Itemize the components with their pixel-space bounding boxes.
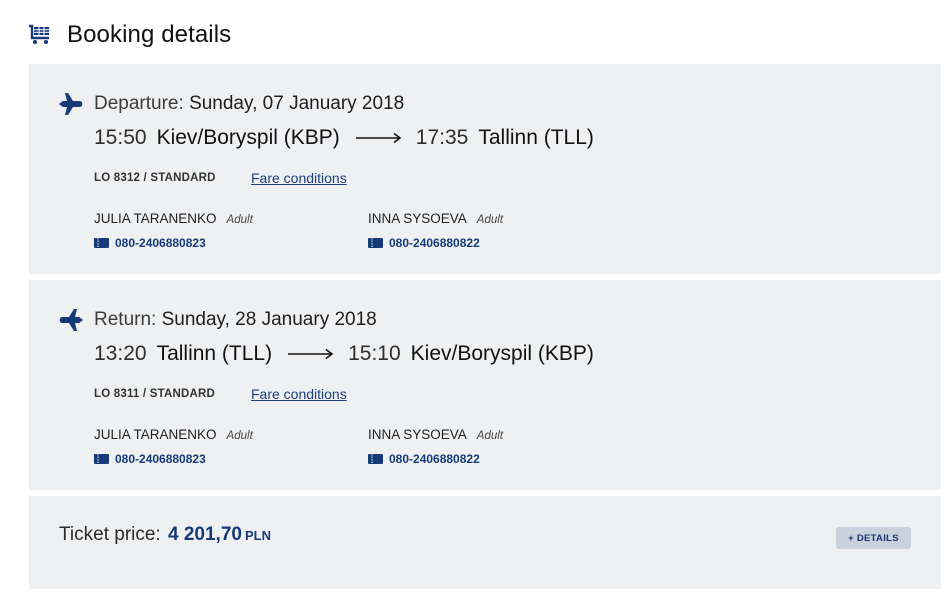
passenger-type: Adult bbox=[226, 214, 253, 226]
ticket-number: 080-2406880822 bbox=[389, 452, 480, 466]
departure-ticket-1: 080-2406880823 bbox=[94, 236, 206, 250]
details-button[interactable]: + DETAILS bbox=[836, 527, 911, 549]
return-label: Return: bbox=[94, 309, 157, 330]
ticket-number: 080-2406880822 bbox=[389, 236, 480, 250]
return-panel: Return: Sunday, 28 January 2018 13:20 Ta… bbox=[29, 280, 941, 490]
departure-arr-airport: Tallinn (TLL) bbox=[478, 126, 594, 149]
departure-flight-code: LO 8312 / STANDARD bbox=[94, 172, 216, 184]
return-passenger-2: INNA SYSOEVA Adult bbox=[368, 427, 503, 442]
passenger-type: Adult bbox=[476, 430, 504, 442]
departure-route: 15:50 Kiev/Boryspil (KBP) 17:35 Tallinn … bbox=[94, 126, 594, 150]
return-fare-conditions-link[interactable]: Fare conditions bbox=[251, 386, 347, 402]
ticket-icon bbox=[94, 454, 109, 464]
return-flight-code: LO 8311 / STANDARD bbox=[94, 388, 215, 400]
departure-passenger-1: JULIA TARANENKO Adult bbox=[94, 211, 253, 226]
departure-ticket-2: 080-2406880822 bbox=[368, 236, 480, 250]
return-ticket-2: 080-2406880822 bbox=[368, 452, 480, 466]
passenger-name: INNA SYSOEVA bbox=[368, 211, 467, 226]
departure-passenger-2: INNA SYSOEVA Adult bbox=[368, 211, 503, 226]
ticket-icon bbox=[368, 238, 383, 248]
departure-dep-time: 15:50 bbox=[94, 126, 147, 149]
return-dep-airport: Tallinn (TLL) bbox=[156, 342, 273, 365]
return-ticket-1: 080-2406880823 bbox=[94, 452, 206, 466]
return-arr-airport: Kiev/Boryspil (KBP) bbox=[410, 342, 594, 365]
price-currency: PLN bbox=[244, 528, 271, 543]
price-label: Ticket price: bbox=[59, 524, 161, 545]
price-panel: Ticket price: 4 201,70 PLN + DETAILS bbox=[29, 496, 941, 589]
return-date-value: Sunday, 28 January 2018 bbox=[161, 309, 377, 330]
departure-label: Departure: bbox=[94, 93, 184, 114]
return-arr-time: 15:10 bbox=[348, 342, 401, 365]
departure-dep-airport: Kiev/Boryspil (KBP) bbox=[156, 126, 340, 149]
departure-date: Departure: Sunday, 07 January 2018 bbox=[94, 93, 404, 115]
passenger-type: Adult bbox=[226, 430, 253, 442]
departure-fare-conditions-link[interactable]: Fare conditions bbox=[251, 170, 347, 186]
departure-arr-time: 17:35 bbox=[415, 126, 469, 149]
departure-panel: Departure: Sunday, 07 January 2018 15:50… bbox=[29, 64, 941, 274]
ticket-icon bbox=[94, 238, 109, 248]
ticket-price: Ticket price: 4 201,70 PLN bbox=[59, 524, 271, 546]
price-amount: 4 201,70 bbox=[168, 524, 242, 545]
plane-departure-icon bbox=[59, 93, 83, 115]
return-passenger-1: JULIA TARANENKO Adult bbox=[94, 427, 253, 442]
passenger-name: JULIA TARANENKO bbox=[94, 427, 217, 442]
arrow-right-icon bbox=[288, 348, 334, 360]
ticket-number: 080-2406880823 bbox=[115, 452, 206, 466]
arrow-right-icon bbox=[355, 132, 402, 144]
page-header: Booking details bbox=[28, 18, 231, 52]
plane-return-icon bbox=[59, 309, 83, 331]
page-title: Booking details bbox=[67, 21, 232, 48]
return-route: 13:20 Tallinn (TLL) 15:10 Kiev/Boryspil … bbox=[94, 342, 594, 366]
return-dep-time: 13:20 bbox=[94, 342, 147, 365]
ticket-number: 080-2406880823 bbox=[115, 236, 206, 250]
passenger-type: Adult bbox=[476, 214, 504, 226]
passenger-name: JULIA TARANENKO bbox=[94, 211, 217, 226]
departure-date-value: Sunday, 07 January 2018 bbox=[189, 93, 405, 114]
cart-icon bbox=[29, 24, 49, 44]
ticket-icon bbox=[368, 454, 383, 464]
return-date: Return: Sunday, 28 January 2018 bbox=[94, 309, 377, 331]
passenger-name: INNA SYSOEVA bbox=[368, 427, 467, 442]
